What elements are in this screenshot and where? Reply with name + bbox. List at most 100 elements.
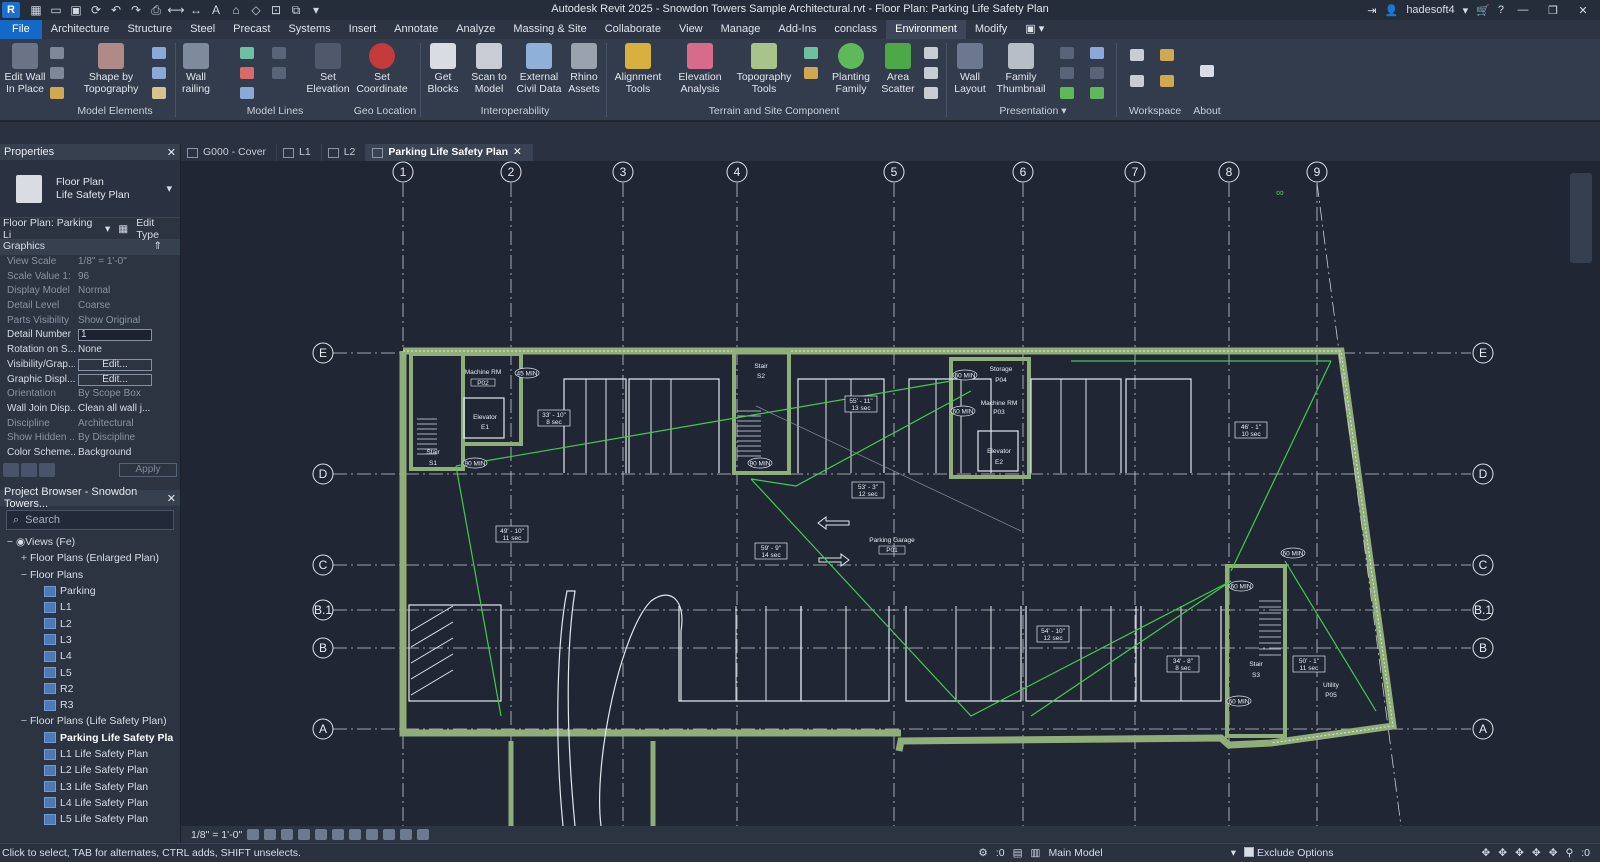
browser-node[interactable]: L5 Life Safety Plan [0, 811, 180, 827]
small-tool-icon[interactable] [1060, 47, 1074, 59]
sort-icon[interactable] [3, 462, 19, 477]
wall-railing-button[interactable]: Wall railing [178, 43, 214, 95]
floor-plan-drawing[interactable]: 1 2 3 4 5 6 7 8 9 E E D D C C B.1 B.1 B B A A Machine RM P02 El… [181, 161, 1600, 826]
tab-add-ins[interactable]: Add-Ins [769, 20, 825, 39]
select-underlay-icon[interactable]: ✥ [1498, 847, 1507, 859]
tab-conclass[interactable]: conclass [825, 20, 886, 39]
revit-logo-icon[interactable]: R [2, 2, 20, 18]
planting-family-button[interactable]: Planting Family [826, 43, 876, 95]
highlight-displacement-icon[interactable] [417, 829, 430, 840]
view-tab[interactable]: Parking Life Safety Plan ✕ [366, 144, 533, 161]
get-blocks-button[interactable]: Get Blocks [423, 43, 463, 95]
wall-layout-button[interactable]: Wall Layout [950, 43, 990, 95]
tab-annotate[interactable]: Annotate [385, 20, 447, 39]
select-links-icon[interactable]: ✥ [1481, 847, 1490, 859]
search-input[interactable]: Search [25, 514, 60, 526]
analytical-model-icon[interactable] [400, 829, 413, 840]
apply-button[interactable]: Apply [119, 462, 177, 477]
topography-tools-button[interactable]: Topography Tools [734, 43, 794, 95]
chevron-down-icon[interactable]: ▾ [105, 223, 110, 235]
graphics-section-header[interactable]: Graphics ⇑ [0, 240, 180, 255]
browser-node[interactable]: R3 [0, 697, 180, 713]
worksets-icon[interactable]: ⚙ [978, 847, 987, 859]
tab-precast[interactable]: Precast [224, 20, 279, 39]
sort-asc-icon[interactable] [21, 462, 37, 477]
browser-node[interactable]: L4 [0, 648, 180, 664]
small-tool-icon[interactable] [1060, 87, 1074, 99]
drag-elements-icon[interactable]: ✥ [1549, 847, 1558, 859]
panel-presentation[interactable]: Presentation ▾ [990, 105, 1076, 117]
expand-toggle-icon[interactable]: − [18, 715, 30, 727]
browser-node[interactable]: Parking Life Safety Pla [0, 730, 180, 746]
small-tool-icon[interactable] [240, 47, 254, 59]
navigation-bar[interactable] [1570, 173, 1592, 263]
workspace-icon[interactable] [1160, 49, 1174, 61]
tab-collaborate[interactable]: Collaborate [596, 20, 670, 39]
workspace-icon[interactable] [1130, 49, 1144, 61]
property-value[interactable]: None [75, 343, 180, 358]
browser-node[interactable]: R2 [0, 681, 180, 697]
browser-node[interactable]: L3 [0, 632, 180, 648]
about-icon[interactable] [1200, 65, 1214, 77]
active-design-option[interactable]: Main Model [1048, 847, 1102, 859]
small-tool-icon[interactable] [1090, 87, 1104, 99]
browser-node[interactable]: − Floor Plans [0, 567, 180, 583]
detail-level-icon[interactable] [247, 829, 260, 840]
user-name[interactable]: hadesoft4 [1406, 4, 1454, 16]
small-tool-icon[interactable] [804, 47, 818, 59]
browser-node[interactable]: L5 [0, 664, 180, 680]
expand-toggle-icon[interactable]: − [18, 569, 30, 581]
browser-node[interactable]: L1 [0, 599, 180, 615]
set-elevation-button[interactable]: Set Elevation [306, 43, 350, 95]
property-value[interactable]: 1 [75, 328, 180, 343]
area-scatter-button[interactable]: Area Scatter [878, 43, 918, 95]
small-tool-icon[interactable] [152, 87, 166, 99]
view-scale[interactable]: 1/8" = 1'-0" [191, 829, 242, 841]
small-tool-icon[interactable] [272, 47, 286, 59]
detail-number-input[interactable]: 1 [78, 329, 152, 342]
tab-view[interactable]: View [670, 20, 712, 39]
small-tool-icon[interactable] [272, 67, 286, 79]
browser-node[interactable]: − ◉ Views (Fe) [0, 534, 180, 550]
sync-icon[interactable]: ⟳ [86, 2, 106, 18]
set-coordinate-button[interactable]: Set Coordinate [355, 43, 409, 95]
select-by-face-icon[interactable]: ✥ [1532, 847, 1541, 859]
edit-wall-in-place-button[interactable]: Edit Wall In Place [2, 43, 48, 95]
redo-icon[interactable]: ↷ [126, 2, 146, 18]
browser-search[interactable]: ⌕ Search [6, 510, 174, 530]
tab-steel[interactable]: Steel [181, 20, 224, 39]
workspace-icon[interactable] [1130, 75, 1144, 87]
browser-node[interactable]: + Floor Plans (Enlarged Plan) [0, 550, 180, 566]
user-icon[interactable]: 👤 [1385, 4, 1399, 17]
panel-about[interactable]: About [1190, 105, 1224, 117]
alignment-tools-button[interactable]: Alignment Tools [610, 43, 666, 95]
tab-environment[interactable]: Environment [886, 20, 966, 39]
small-tool-icon[interactable] [152, 47, 166, 59]
measure-icon[interactable]: ⟷ [166, 2, 186, 18]
scan-to-model-button[interactable]: Scan to Model [466, 43, 512, 95]
small-tool-icon[interactable] [152, 67, 166, 79]
family-thumbnail-button[interactable]: Family Thumbnail [994, 43, 1048, 95]
filter-icon[interactable]: ⚲ [1566, 847, 1574, 859]
close-icon[interactable]: ✕ [513, 144, 522, 161]
tab-modify[interactable]: Modify [966, 20, 1016, 39]
view-3d-icon[interactable]: ⌂ [226, 2, 246, 18]
small-tool-icon[interactable] [50, 67, 64, 79]
close-hidden-icon[interactable]: ⊡ [266, 2, 286, 18]
dimension-icon[interactable]: ↔ [186, 2, 206, 18]
type-selector[interactable]: Floor Plan Life Safety Plan ▾ [0, 160, 180, 218]
property-value[interactable]: Clean all wall j... [75, 402, 180, 417]
tab-file[interactable]: File [0, 20, 42, 39]
exclude-options-checkbox[interactable]: Exclude Options [1244, 847, 1333, 859]
minimize-icon[interactable]: — [1512, 4, 1534, 16]
small-tool-icon[interactable] [50, 47, 64, 59]
elevation-analysis-button[interactable]: Elevation Analysis [672, 43, 728, 95]
tab-insert[interactable]: Insert [340, 20, 386, 39]
browser-node[interactable]: L3 Life Safety Plan [0, 778, 180, 794]
sort-desc-icon[interactable] [39, 462, 55, 477]
instance-filter-dropdown[interactable]: Floor Plan: Parking Li [3, 217, 97, 241]
close-icon[interactable]: ✕ [1572, 4, 1594, 17]
tab-architecture[interactable]: Architecture [42, 20, 119, 39]
design-options-icon[interactable]: ▤ [1013, 847, 1023, 859]
cart-icon[interactable]: 🛒 [1476, 4, 1490, 17]
